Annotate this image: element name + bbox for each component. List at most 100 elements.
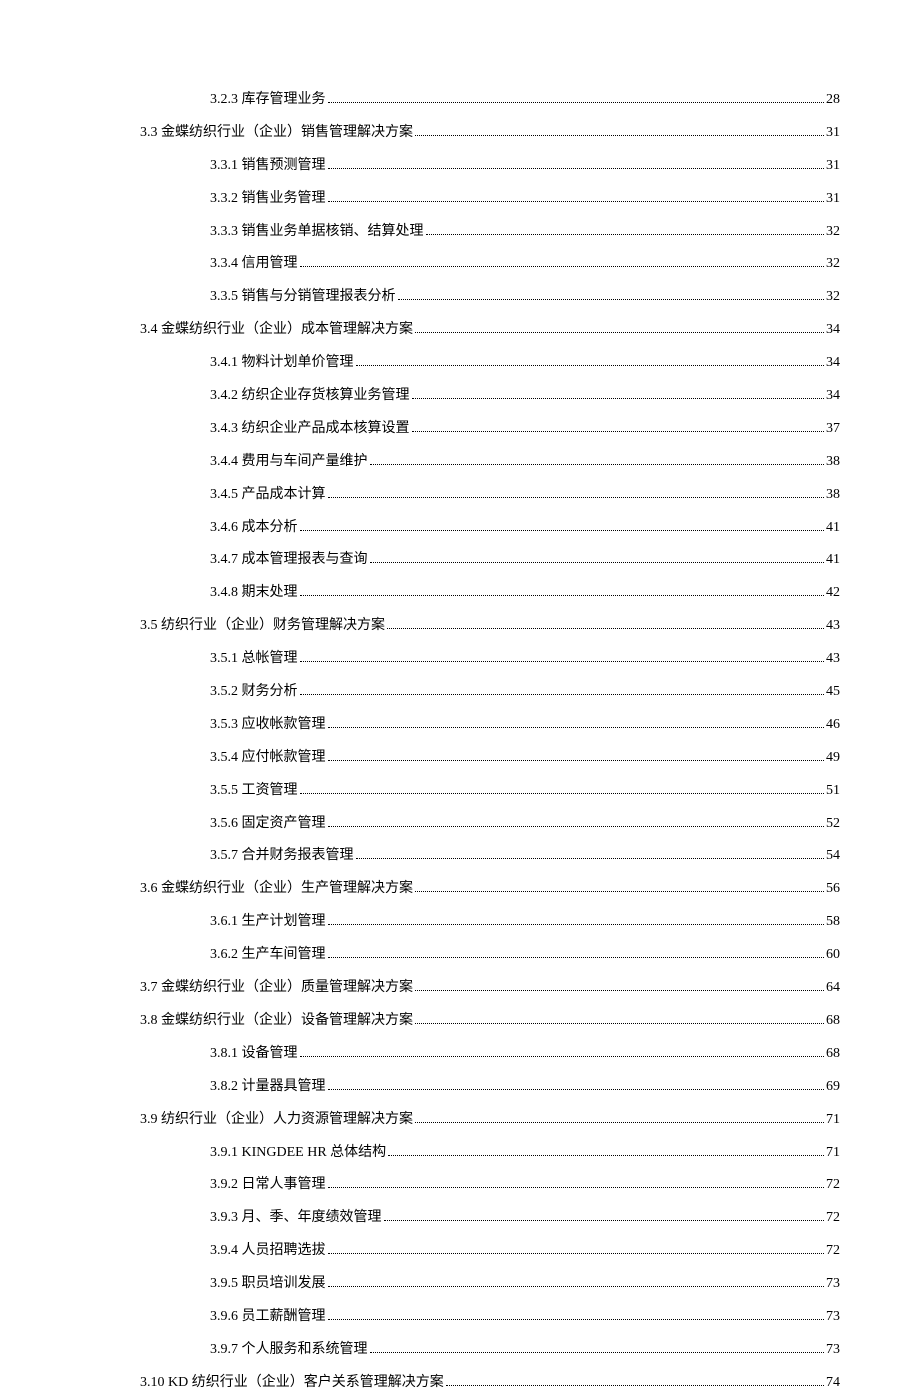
toc-entry-title: 3.5.5 工资管理	[210, 779, 298, 799]
toc-entry-title: 3.3.1 销售预测管理	[210, 154, 326, 174]
toc-entry: 3.5.5 工资管理 51	[80, 779, 840, 799]
toc-entry-title: 3.5.4 应付帐款管理	[210, 746, 326, 766]
toc-entry-page: 73	[826, 1342, 840, 1358]
toc-entry: 3.8.2 计量器具管理69	[80, 1075, 840, 1095]
toc-entry-title: 3.4 金蝶纺织行业（企业）成本管理解决方案	[140, 318, 413, 338]
toc-leader-dots	[328, 1286, 825, 1287]
toc-entry: 3.9.6 员工薪酬管理73	[80, 1305, 840, 1325]
toc-entry: 3.2.3 库存管理业务28	[80, 88, 840, 108]
toc-entry-title: 3.3.4 信用管理	[210, 252, 298, 272]
toc-leader-dots	[300, 661, 825, 662]
toc-entry-title: 3.6.2 生产车间管理	[210, 943, 326, 963]
toc-entry-page: 32	[826, 256, 840, 272]
toc-leader-dots	[328, 497, 825, 498]
toc-leader-dots	[300, 595, 825, 596]
toc-entry-title: 3.7 金蝶纺织行业（企业）质量管理解决方案	[140, 976, 413, 996]
toc-entry-page: 58	[826, 914, 840, 930]
toc-entry-page: 31	[826, 191, 840, 207]
toc-entry-page: 74	[826, 1375, 840, 1391]
toc-entry: 3.5.7 合并财务报表管理54	[80, 844, 840, 864]
toc-entry: 3.3.5 销售与分销管理报表分析32	[80, 285, 840, 305]
toc-leader-dots	[300, 1056, 825, 1057]
toc-entry-title: 3.4.1 物料计划单价管理	[210, 351, 354, 371]
toc-leader-dots	[370, 1352, 825, 1353]
toc-entry-title: 3.9.7 个人服务和系统管理	[210, 1338, 368, 1358]
toc-entry-title: 3.5.2 财务分析	[210, 680, 298, 700]
toc-entry-title: 3.3.5 销售与分销管理报表分析	[210, 285, 396, 305]
toc-entry-title: 3.3.3 销售业务单据核销、结算处理	[210, 220, 424, 240]
toc-entry-title: 3.10 KD 纺织行业（企业）客户关系管理解决方案	[140, 1371, 444, 1391]
toc-entry-page: 56	[826, 881, 840, 897]
toc-leader-dots	[370, 562, 825, 563]
toc-entry-page: 42	[826, 585, 840, 601]
toc-entry: 3.7 金蝶纺织行业（企业）质量管理解决方案64	[80, 976, 840, 996]
toc-leader-dots	[356, 858, 825, 859]
toc-leader-dots	[328, 1089, 825, 1090]
toc-entry: 3.3.1 销售预测管理 31	[80, 154, 840, 174]
toc-entry: 3.5.1 总帐管理 43	[80, 647, 840, 667]
toc-entry: 3.9.2 日常人事管理72	[80, 1173, 840, 1193]
toc-leader-dots	[415, 135, 824, 136]
toc-leader-dots	[328, 102, 825, 103]
toc-entry-title: 3.9.3 月、季、年度绩效管理	[210, 1206, 382, 1226]
toc-entry: 3.8 金蝶纺织行业（企业）设备管理解决方案 68	[80, 1009, 840, 1029]
toc-entry: 3.5.4 应付帐款管理49	[80, 746, 840, 766]
toc-entry-page: 31	[826, 158, 840, 174]
toc-entry-page: 73	[826, 1309, 840, 1325]
toc-entry-title: 3.4.2 纺织企业存货核算业务管理	[210, 384, 410, 404]
toc-entry-page: 45	[826, 684, 840, 700]
toc-leader-dots	[328, 924, 825, 925]
toc-leader-dots	[370, 464, 825, 465]
toc-entry-page: 52	[826, 816, 840, 832]
toc-entry-page: 32	[826, 224, 840, 240]
toc-entry: 3.3.4 信用管理 32	[80, 252, 840, 272]
toc-leader-dots	[328, 760, 825, 761]
toc-entry: 3.4 金蝶纺织行业（企业）成本管理解决方案34	[80, 318, 840, 338]
toc-entry-title: 3.6.1 生产计划管理	[210, 910, 326, 930]
toc-entry-page: 43	[826, 651, 840, 667]
toc-entry-page: 31	[826, 125, 840, 141]
toc-entry-page: 34	[826, 388, 840, 404]
toc-entry: 3.10 KD 纺织行业（企业）客户关系管理解决方案 74	[80, 1371, 840, 1391]
toc-entry-title: 3.3 金蝶纺织行业（企业）销售管理解决方案	[140, 121, 413, 141]
toc-entry: 3.6 金蝶纺织行业（企业）生产管理解决方案 56	[80, 877, 840, 897]
toc-entry-page: 38	[826, 487, 840, 503]
toc-entry: 3.4.2 纺织企业存货核算业务管理 34	[80, 384, 840, 404]
toc-entry-title: 3.9 纺织行业（企业）人力资源管理解决方案	[140, 1108, 413, 1128]
toc-entry-title: 3.5.1 总帐管理	[210, 647, 298, 667]
toc-leader-dots	[415, 332, 824, 333]
toc-entry-title: 3.6 金蝶纺织行业（企业）生产管理解决方案	[140, 877, 413, 897]
toc-entry: 3.6.2 生产车间管理60	[80, 943, 840, 963]
toc-entry: 3.5.2 财务分析 45	[80, 680, 840, 700]
toc-entry: 3.3.3 销售业务单据核销、结算处理 32	[80, 220, 840, 240]
toc-leader-dots	[398, 299, 825, 300]
toc-entry: 3.9.3 月、季、年度绩效管理 72	[80, 1206, 840, 1226]
toc-leader-dots	[426, 234, 825, 235]
toc-entry-page: 68	[826, 1013, 840, 1029]
toc-leader-dots	[415, 891, 824, 892]
toc-entry: 3.6.1 生产计划管理 58	[80, 910, 840, 930]
toc-leader-dots	[328, 168, 825, 169]
toc-entry: 3.9.1 KINGDEE HR 总体结构71	[80, 1141, 840, 1161]
toc-entry-page: 72	[826, 1210, 840, 1226]
toc-entry-page: 51	[826, 783, 840, 799]
toc-entry: 3.4.1 物料计划单价管理34	[80, 351, 840, 371]
toc-entry: 3.4.7 成本管理报表与查询 41	[80, 548, 840, 568]
table-of-contents: 3.2.3 库存管理业务283.3 金蝶纺织行业（企业）销售管理解决方案313.…	[80, 88, 840, 1391]
toc-entry-title: 3.4.4 费用与车间产量维护	[210, 450, 368, 470]
toc-entry-title: 3.4.7 成本管理报表与查询	[210, 548, 368, 568]
toc-entry-page: 69	[826, 1079, 840, 1095]
toc-entry: 3.9.5 职员培训发展73	[80, 1272, 840, 1292]
toc-entry: 3.4.6 成本分析41	[80, 516, 840, 536]
toc-leader-dots	[300, 530, 825, 531]
toc-entry-title: 3.8 金蝶纺织行业（企业）设备管理解决方案	[140, 1009, 413, 1029]
toc-entry: 3.9 纺织行业（企业）人力资源管理解决方案71	[80, 1108, 840, 1128]
toc-entry-title: 3.2.3 库存管理业务	[210, 88, 326, 108]
toc-entry-page: 41	[826, 552, 840, 568]
toc-leader-dots	[412, 398, 825, 399]
toc-entry-page: 73	[826, 1276, 840, 1292]
toc-entry-page: 37	[826, 421, 840, 437]
toc-leader-dots	[387, 628, 824, 629]
toc-leader-dots	[415, 1122, 824, 1123]
toc-leader-dots	[328, 957, 825, 958]
